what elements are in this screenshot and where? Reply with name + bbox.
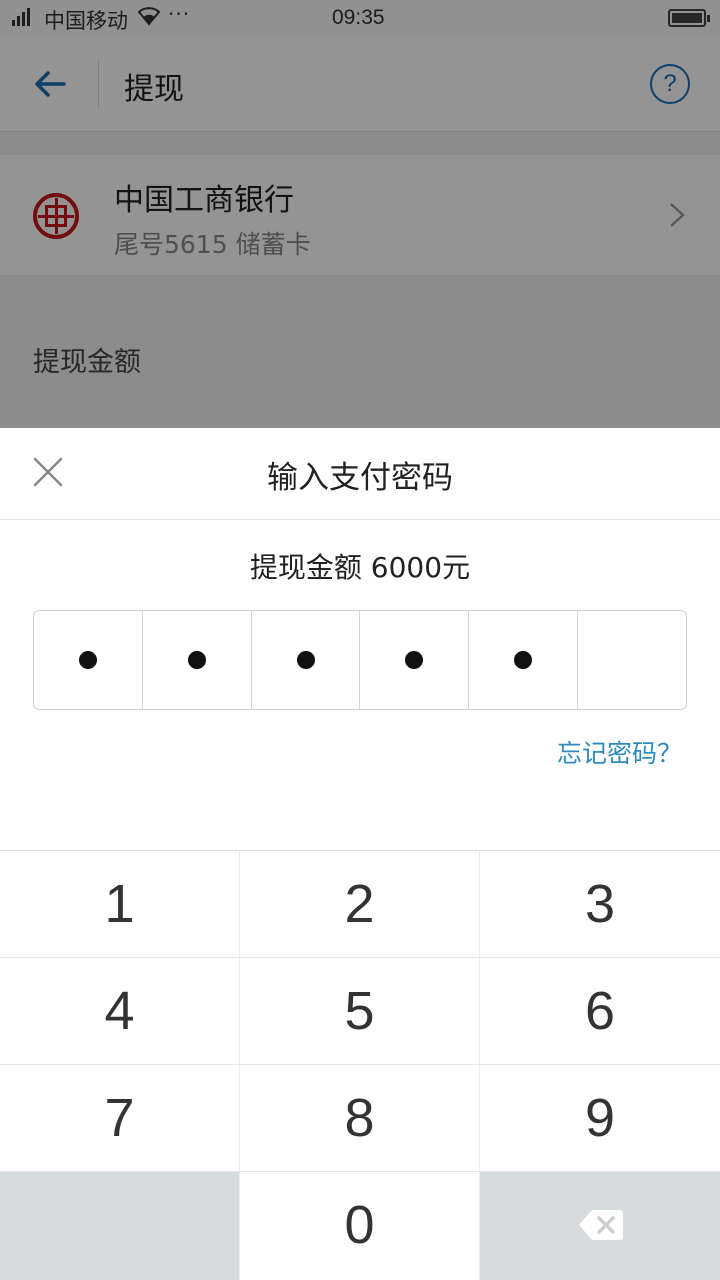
payment-password-sheet: 输入支付密码 提现金额 6000元 忘记密码？ 1 2 3 4 5 6 7 8 … xyxy=(0,428,720,1280)
key-0[interactable]: 0 xyxy=(240,1172,480,1280)
key-8[interactable]: 8 xyxy=(240,1065,480,1171)
pin-cell xyxy=(578,611,686,709)
numeric-keypad: 1 2 3 4 5 6 7 8 9 0 xyxy=(0,850,720,1280)
withdraw-amount-text: 提现金额 6000元 xyxy=(249,551,471,584)
backspace-icon xyxy=(579,1210,623,1240)
sheet-title: 输入支付密码 xyxy=(267,460,453,496)
key-9[interactable]: 9 xyxy=(480,1065,720,1171)
pin-dot xyxy=(514,651,533,669)
delete-key[interactable] xyxy=(480,1172,720,1280)
key-blank xyxy=(0,1172,240,1280)
pin-dot xyxy=(405,651,424,669)
key-6[interactable]: 6 xyxy=(480,958,720,1064)
pin-cell xyxy=(469,611,579,709)
key-2[interactable]: 2 xyxy=(240,851,480,957)
dim-overlay[interactable] xyxy=(0,0,720,428)
key-3[interactable]: 3 xyxy=(480,851,720,957)
key-5[interactable]: 5 xyxy=(240,958,480,1064)
pin-cell xyxy=(143,611,252,709)
pin-cell xyxy=(34,611,143,709)
sheet-header: 输入支付密码 xyxy=(0,428,720,520)
pin-cell xyxy=(360,611,470,709)
pin-cell xyxy=(252,611,361,709)
pin-dot xyxy=(296,651,315,669)
pin-dot xyxy=(187,651,206,669)
pin-input[interactable] xyxy=(33,610,687,710)
key-1[interactable]: 1 xyxy=(0,851,240,957)
forgot-password-link[interactable]: 忘记密码？ xyxy=(557,734,682,770)
key-4[interactable]: 4 xyxy=(0,958,240,1064)
key-7[interactable]: 7 xyxy=(0,1065,240,1171)
pin-dot xyxy=(78,651,97,669)
